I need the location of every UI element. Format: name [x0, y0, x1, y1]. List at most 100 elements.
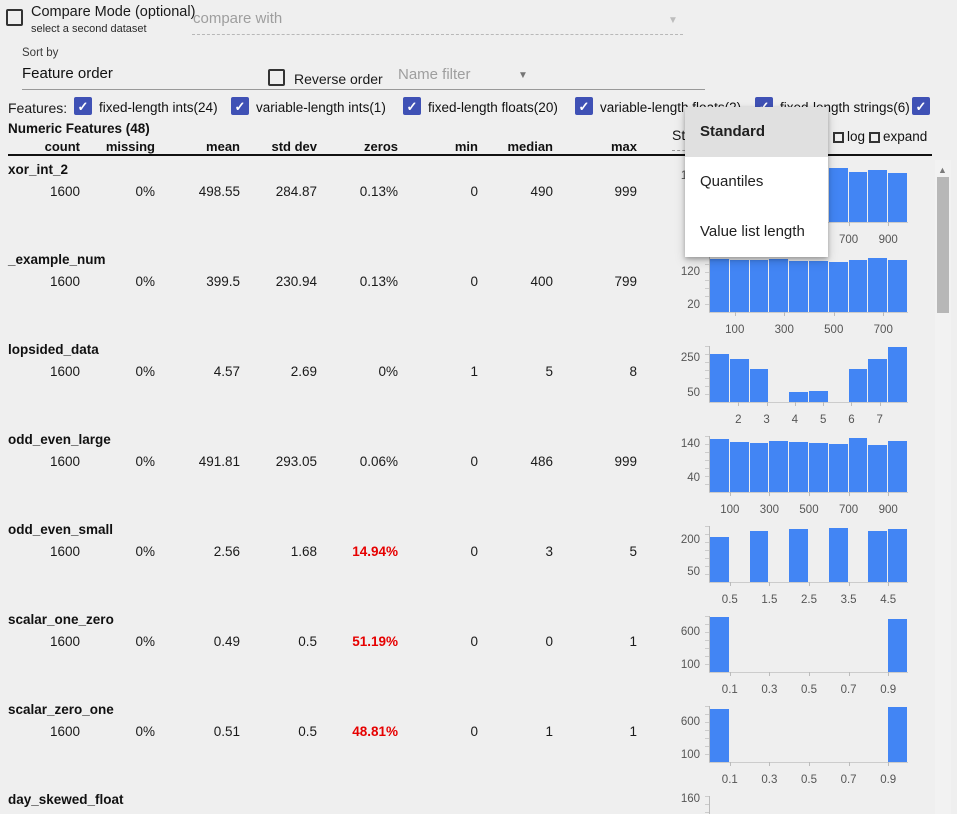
y-axis-minor-tick: [705, 304, 709, 305]
compare-mode-checkbox[interactable]: [6, 9, 23, 26]
x-axis-tick: [823, 402, 824, 406]
x-tick-label: 2.5: [801, 594, 817, 606]
x-axis-tick: [767, 402, 768, 406]
x-tick-label: 300: [760, 504, 779, 516]
feature-type-label: variable-length ints(1): [256, 100, 386, 115]
histogram-bar: [750, 443, 769, 492]
x-tick-label: 4.5: [880, 594, 896, 606]
x-axis-tick: [769, 582, 770, 586]
x-axis-tick: [809, 582, 810, 586]
menu-item-value-list-length[interactable]: Value list length: [685, 207, 828, 257]
y-axis-minor-tick: [705, 484, 709, 485]
y-tick-label: 20: [666, 299, 700, 311]
column-header: mean: [160, 139, 240, 154]
reverse-order-checkbox[interactable]: [268, 69, 285, 86]
histogram-bar: [829, 262, 848, 312]
x-axis-tick: [784, 312, 785, 316]
feature-type-checkbox[interactable]: ✓: [231, 97, 249, 115]
y-axis-minor-tick: [705, 558, 709, 559]
feature-type-checkbox[interactable]: ✓: [912, 97, 930, 115]
features-label: Features:: [8, 100, 67, 116]
y-axis-minor-tick: [705, 394, 709, 395]
histogram-bar: [730, 260, 749, 312]
y-axis-minor-tick: [705, 746, 709, 747]
checkbox-check-icon: ✓: [78, 100, 89, 113]
y-axis-minor-tick: [705, 566, 709, 567]
x-axis-tick: [888, 582, 889, 586]
reverse-order-label: Reverse order: [294, 71, 383, 87]
y-tick-label: 100: [666, 749, 700, 761]
histogram-bar: [750, 531, 769, 582]
histogram-bar: [829, 528, 848, 582]
histogram-bar: [888, 347, 907, 402]
x-tick-label: 700: [874, 324, 893, 336]
scrollbar-thumb[interactable]: [937, 177, 949, 313]
histogram-bar: [888, 260, 907, 312]
compare-with-placeholder: compare with: [193, 10, 282, 27]
facets-overview: Compare Mode (optional) select a second …: [0, 0, 957, 814]
column-header: missing: [75, 139, 155, 154]
histogram-bar: [769, 441, 788, 492]
x-tick-label: 0.5: [801, 684, 817, 696]
checkbox-check-icon: ✓: [579, 100, 590, 113]
feature-type-label: fixed-length floats(20): [428, 100, 558, 115]
histogram-bar: [868, 445, 887, 492]
y-axis-minor-tick: [705, 296, 709, 297]
y-axis-line: [709, 796, 710, 814]
y-axis-minor-tick: [705, 346, 709, 347]
x-tick-label: 700: [839, 504, 858, 516]
table-row: odd_even_small16000%2.561.6814.94%035200…: [0, 518, 957, 608]
x-tick-label: 2: [735, 414, 741, 426]
name-filter-input[interactable]: Name filter: [397, 62, 705, 90]
histogram-bar: [750, 260, 769, 312]
x-tick-label: 0.7: [841, 684, 857, 696]
y-axis-minor-tick: [705, 722, 709, 723]
y-tick-label: 140: [666, 438, 700, 450]
compare-with-select[interactable]: compare with ▼: [192, 8, 683, 35]
x-tick-label: 0.9: [880, 774, 896, 786]
menu-item-standard[interactable]: Standard: [685, 107, 828, 157]
feature-type-checkbox[interactable]: ✓: [74, 97, 92, 115]
feature-type-checkbox[interactable]: ✓: [403, 97, 421, 115]
checkbox-check-icon: ✓: [916, 100, 927, 113]
feature-type-checkbox[interactable]: ✓: [575, 97, 593, 115]
x-tick-label: 0.7: [841, 774, 857, 786]
x-axis-tick: [888, 492, 889, 496]
column-header: median: [473, 139, 553, 154]
x-tick-label: 7: [877, 414, 883, 426]
checkbox-check-icon: ✓: [235, 100, 246, 113]
scroll-up-icon[interactable]: ▲: [938, 165, 947, 175]
histogram-bar: [730, 359, 749, 402]
x-axis-tick: [809, 762, 810, 766]
histogram-bar: [710, 617, 729, 672]
y-axis-minor-tick: [705, 632, 709, 633]
expand-label: expand: [883, 129, 927, 144]
y-axis-minor-tick: [705, 280, 709, 281]
y-tick-label: 250: [666, 352, 700, 364]
x-tick-label: 0.5: [801, 774, 817, 786]
y-tick-label: 50: [666, 387, 700, 399]
y-tick-label: 120: [666, 266, 700, 278]
y-tick-label: 100: [666, 659, 700, 671]
column-header: count: [0, 139, 80, 154]
compare-mode-sublabel: select a second dataset: [31, 23, 147, 35]
x-axis-tick: [809, 672, 810, 676]
x-axis-tick: [809, 492, 810, 496]
scrollbar[interactable]: ▲: [935, 160, 951, 814]
menu-item-quantiles[interactable]: Quantiles: [685, 157, 828, 207]
x-tick-label: 3.5: [841, 594, 857, 606]
y-axis-minor-tick: [705, 526, 709, 527]
log-checkbox[interactable]: [833, 132, 844, 143]
x-tick-label: 0.1: [722, 684, 738, 696]
x-axis-tick: [849, 762, 850, 766]
x-axis-tick: [880, 402, 881, 406]
x-axis-tick: [735, 312, 736, 316]
x-tick-label: 4: [792, 414, 798, 426]
expand-checkbox[interactable]: [869, 132, 880, 143]
histogram-bar: [710, 537, 729, 582]
histogram-bar: [750, 369, 769, 402]
x-tick-label: 0.3: [761, 684, 777, 696]
histogram-bar: [888, 441, 907, 492]
y-axis-minor-tick: [705, 436, 709, 437]
histogram-bar: [868, 258, 887, 312]
